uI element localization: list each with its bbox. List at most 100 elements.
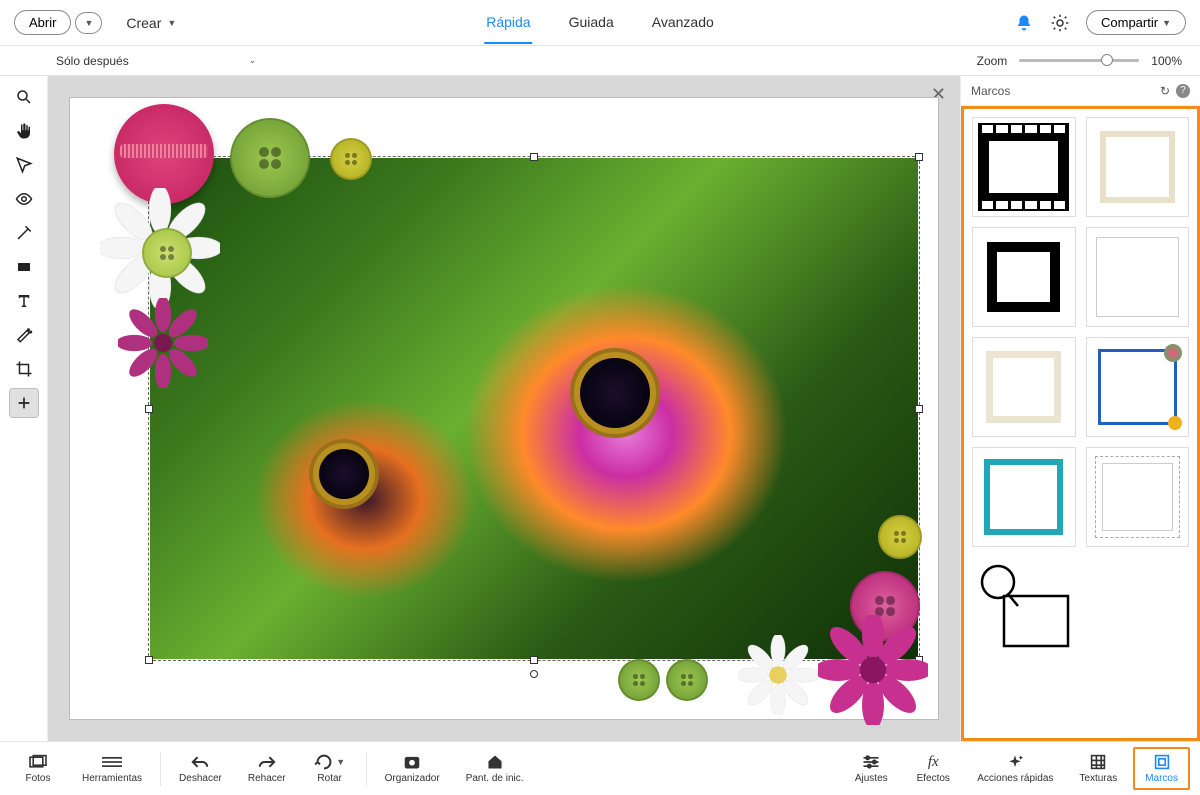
zoom-slider[interactable]	[1019, 59, 1139, 62]
flower-c2	[319, 449, 369, 499]
share-button[interactable]: Compartir ▼	[1086, 10, 1186, 35]
undo-icon	[190, 753, 210, 771]
home-button[interactable]: Pant. de inic.	[456, 749, 534, 788]
effects-icon: fx	[928, 753, 939, 771]
quick-select-tool-icon[interactable]	[9, 150, 39, 180]
top-menubar: Abrir ▼ Crear▼ Rápida Guiada Avanzado Co…	[0, 0, 1200, 46]
move-tool-icon[interactable]	[9, 388, 39, 418]
tab-expert[interactable]: Avanzado	[650, 2, 716, 44]
deco-purple-daisy	[118, 298, 208, 388]
help-icon[interactable]: ?	[1176, 84, 1190, 98]
photos-bin-button[interactable]: Fotos	[10, 749, 66, 788]
quick-actions-label: Acciones rápidas	[977, 773, 1053, 784]
deco-yellow-button-1	[330, 138, 372, 180]
textures-label: Texturas	[1079, 773, 1117, 784]
straighten-tool-icon[interactable]	[9, 252, 39, 282]
whiten-tool-icon[interactable]	[9, 218, 39, 248]
open-label: Abrir	[29, 15, 56, 30]
frame-magnifier[interactable]	[972, 557, 1076, 657]
spot-heal-tool-icon[interactable]	[9, 320, 39, 350]
frames-label: Marcos	[1145, 773, 1178, 784]
frame-black-border[interactable]	[972, 227, 1076, 327]
quick-actions-button[interactable]: Acciones rápidas	[967, 749, 1063, 788]
brightness-icon[interactable]	[1048, 11, 1072, 35]
home-icon	[486, 753, 504, 771]
effects-label: Efectos	[917, 773, 950, 784]
frame-teal-dots[interactable]	[972, 447, 1076, 547]
create-button[interactable]: Crear▼	[126, 15, 176, 31]
organizer-icon	[403, 753, 421, 771]
view-options-bar: Sólo después ⌄ Zoom 100%	[0, 46, 1200, 76]
separator	[160, 752, 161, 786]
frame-film-strip[interactable]	[972, 117, 1076, 217]
textures-button[interactable]: Texturas	[1069, 749, 1127, 788]
frames-button[interactable]: Marcos	[1133, 747, 1190, 790]
view-dropdown[interactable]: Sólo después ⌄	[50, 52, 262, 70]
share-label: Compartir	[1101, 15, 1158, 30]
chevron-down-icon: ⌄	[249, 55, 257, 66]
rotate-button[interactable]: ▼Rotar	[302, 749, 358, 788]
photos-label: Fotos	[25, 773, 50, 784]
chevron-down-icon: ▼	[84, 18, 93, 28]
panel-header: Marcos ↻ ?	[961, 76, 1200, 106]
redo-label: Rehacer	[248, 773, 286, 784]
home-label: Pant. de inic.	[466, 773, 524, 784]
organizer-label: Organizador	[385, 773, 440, 784]
sparkle-icon	[1006, 753, 1024, 771]
zoom-tool-icon[interactable]	[9, 82, 39, 112]
text-tool-icon[interactable]	[9, 286, 39, 316]
deco-magenta-daisy	[818, 615, 928, 725]
textures-icon	[1090, 753, 1106, 771]
tools-icon	[102, 753, 122, 771]
flower-photo	[150, 158, 918, 659]
organizer-button[interactable]: Organizador	[375, 749, 450, 788]
chevron-down-icon: ▼	[167, 18, 176, 28]
adjust-icon	[861, 753, 881, 771]
tools-button[interactable]: Herramientas	[72, 749, 152, 788]
open-button[interactable]: Abrir	[14, 10, 71, 35]
frame-thin-border[interactable]	[1086, 227, 1190, 327]
yarn-stripe	[120, 144, 208, 158]
redo-button[interactable]: Rehacer	[238, 749, 296, 788]
frame-colorful-corners[interactable]	[1086, 337, 1190, 437]
photos-icon	[28, 753, 48, 771]
effects-button[interactable]: fx Efectos	[905, 749, 961, 788]
hand-tool-icon[interactable]	[9, 116, 39, 146]
bottom-toolbar: Fotos Herramientas Deshacer Rehacer ▼Rot…	[0, 741, 1200, 795]
deco-green-button-3	[618, 659, 660, 701]
redo-icon	[257, 753, 277, 771]
frame-paper-border[interactable]	[972, 337, 1076, 437]
frames-icon	[1154, 753, 1170, 771]
chevron-down-icon: ▼	[1162, 18, 1171, 28]
undo-label: Deshacer	[179, 773, 222, 784]
zoom-control: Zoom 100%	[977, 54, 1182, 68]
canvas-area[interactable]: ✕	[48, 76, 960, 741]
frames-panel: Marcos ↻ ?	[960, 76, 1200, 741]
deco-lime-button	[142, 228, 192, 278]
rotate-label: Rotar	[317, 773, 341, 784]
tools-label: Herramientas	[82, 773, 142, 784]
frames-grid	[961, 106, 1200, 741]
separator	[366, 752, 367, 786]
zoom-handle[interactable]	[1101, 54, 1113, 66]
tab-quick[interactable]: Rápida	[484, 2, 532, 44]
deco-green-button	[230, 118, 310, 198]
adjust-button[interactable]: Ajustes	[843, 749, 899, 788]
eye-tool-icon[interactable]	[9, 184, 39, 214]
tab-guided[interactable]: Guiada	[567, 2, 616, 44]
notification-bell-icon[interactable]	[1012, 11, 1036, 35]
reset-icon[interactable]: ↻	[1160, 84, 1170, 98]
open-dropdown[interactable]: ▼	[75, 12, 102, 34]
crop-tool-icon[interactable]	[9, 354, 39, 384]
document-canvas[interactable]	[70, 98, 938, 719]
panel-title: Marcos	[971, 84, 1010, 98]
undo-button[interactable]: Deshacer	[169, 749, 232, 788]
sel-rotate-handle[interactable]	[530, 670, 538, 678]
flower-c1	[580, 358, 650, 428]
view-label: Sólo después	[56, 54, 129, 68]
photo-content	[150, 158, 918, 659]
frame-postage-stamp[interactable]	[1086, 447, 1190, 547]
frame-cream-border[interactable]	[1086, 117, 1190, 217]
zoom-label: Zoom	[977, 54, 1008, 68]
zoom-value: 100%	[1151, 54, 1182, 68]
